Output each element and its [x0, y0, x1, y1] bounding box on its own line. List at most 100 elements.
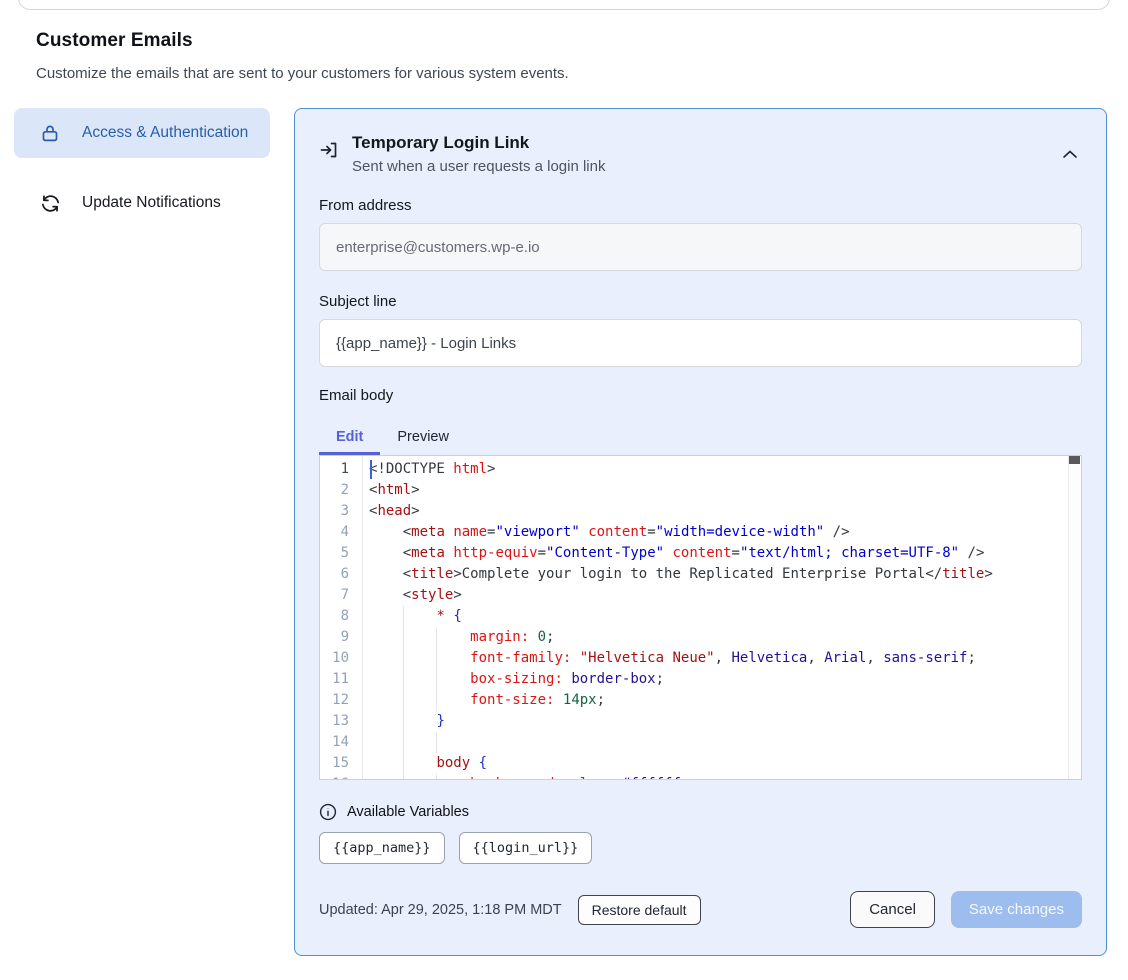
info-icon — [319, 803, 337, 821]
code-line: 15 body { — [320, 753, 1081, 774]
line-number: 12 — [320, 690, 362, 711]
indent-guide — [369, 648, 403, 669]
scrollbar-thumb[interactable] — [1069, 456, 1080, 464]
login-icon — [319, 140, 339, 160]
indent-guide — [403, 774, 437, 780]
indent-guide — [369, 564, 403, 585]
indent-guide — [403, 648, 437, 669]
code-line: 14 — [320, 732, 1081, 753]
variable-chip-login-url[interactable]: {{login_url}} — [459, 832, 593, 864]
indent-guide — [436, 627, 470, 648]
tab-edit[interactable]: Edit — [319, 420, 380, 455]
code-line: 3<head> — [320, 501, 1081, 522]
line-number: 15 — [320, 753, 362, 774]
refresh-icon — [38, 191, 62, 215]
code-line: 1<!DOCTYPE html> — [320, 459, 1081, 480]
indent-guide — [403, 690, 437, 711]
indent-guide — [403, 627, 437, 648]
panel-header-text: Temporary Login Link Sent when a user re… — [352, 133, 605, 175]
available-variables-label: Available Variables — [347, 804, 469, 820]
indent-guide — [436, 669, 470, 690]
email-settings-panel: Temporary Login Link Sent when a user re… — [294, 108, 1107, 956]
line-number: 7 — [320, 585, 362, 606]
indent-guide — [369, 627, 403, 648]
variable-chip-app-name[interactable]: {{app_name}} — [319, 832, 445, 864]
sidebar-item-update-notifications[interactable]: Update Notifications — [14, 178, 270, 228]
code-line: 5 <meta http-equiv="Content-Type" conten… — [320, 543, 1081, 564]
tab-preview[interactable]: Preview — [380, 420, 466, 455]
code-line: 4 <meta name="viewport" content="width=d… — [320, 522, 1081, 543]
line-number: 16 — [320, 774, 362, 780]
email-body-label: Email body — [319, 387, 1082, 404]
indent-guide — [369, 732, 403, 753]
indent-guide — [369, 522, 403, 543]
indent-guide — [403, 732, 437, 753]
from-address-input[interactable] — [319, 223, 1082, 271]
code-editor[interactable]: 1<!DOCTYPE html>2<html>3<head>4 <meta na… — [319, 455, 1082, 780]
code-line: 7 <style> — [320, 585, 1081, 606]
sidebar-item-label: Update Notifications — [82, 191, 221, 215]
indent-guide — [369, 711, 403, 732]
indent-guide — [436, 648, 470, 669]
restore-default-button[interactable]: Restore default — [578, 895, 701, 925]
code-line: 10 font-family: "Helvetica Neue", Helvet… — [320, 648, 1081, 669]
line-number: 3 — [320, 501, 362, 522]
code-line: 8 * { — [320, 606, 1081, 627]
panel-title: Temporary Login Link — [352, 133, 605, 153]
code-line: 12 font-size: 14px; — [320, 690, 1081, 711]
indent-guide — [403, 711, 437, 732]
line-number: 14 — [320, 732, 362, 753]
page-title: Customer Emails — [36, 30, 1092, 52]
code-line: 11 box-sizing: border-box; — [320, 669, 1081, 690]
subject-line-input[interactable] — [319, 319, 1082, 367]
from-address-label: From address — [319, 197, 1082, 214]
subject-line-label: Subject line — [319, 293, 1082, 310]
line-number: 2 — [320, 480, 362, 501]
indent-guide — [369, 543, 403, 564]
content-area: Access & Authentication Update Notificat… — [14, 108, 1107, 956]
indent-guide — [369, 690, 403, 711]
line-number: 8 — [320, 606, 362, 627]
code-line: 2<html> — [320, 480, 1081, 501]
updated-timestamp: Updated: Apr 29, 2025, 1:18 PM MDT — [319, 902, 562, 918]
indent-guide — [369, 669, 403, 690]
sidebar-item-access-authentication[interactable]: Access & Authentication — [14, 108, 270, 158]
indent-guide — [369, 774, 403, 780]
panel-header: Temporary Login Link Sent when a user re… — [319, 133, 1082, 175]
line-number: 4 — [320, 522, 362, 543]
line-number: 10 — [320, 648, 362, 669]
indent-guide — [403, 753, 437, 774]
code-line: 6 <title>Complete your login to the Repl… — [320, 564, 1081, 585]
sidebar-item-label: Access & Authentication — [82, 121, 248, 145]
text-cursor — [370, 460, 372, 479]
code-line: 16 background-color: #ffffff; — [320, 774, 1081, 780]
indent-guide — [403, 606, 437, 627]
code-line: 9 margin: 0; — [320, 627, 1081, 648]
page-subtitle: Customize the emails that are sent to yo… — [36, 65, 1092, 82]
editor-scrollbar[interactable] — [1068, 456, 1081, 779]
line-number: 6 — [320, 564, 362, 585]
collapse-button[interactable] — [1058, 143, 1082, 166]
indent-guide — [436, 732, 470, 753]
indent-guide — [369, 606, 403, 627]
save-changes-button[interactable]: Save changes — [951, 891, 1082, 928]
line-number: 5 — [320, 543, 362, 564]
sidebar: Access & Authentication Update Notificat… — [14, 108, 270, 228]
indent-guide — [436, 690, 470, 711]
chevron-up-icon — [1062, 147, 1078, 162]
line-number: 9 — [320, 627, 362, 648]
code-lines: 1<!DOCTYPE html>2<html>3<head>4 <meta na… — [320, 456, 1081, 780]
line-number: 11 — [320, 669, 362, 690]
code-line: 13 } — [320, 711, 1081, 732]
variable-chips: {{app_name}} {{login_url}} — [319, 832, 1082, 864]
indent-guide — [403, 669, 437, 690]
cancel-button[interactable]: Cancel — [850, 891, 935, 928]
page-header: Customer Emails Customize the emails tha… — [36, 30, 1092, 82]
indent-guide — [436, 774, 470, 780]
editor-tabs: Edit Preview — [319, 420, 1082, 455]
indent-guide — [369, 753, 403, 774]
indent-guide — [369, 585, 403, 606]
lock-icon — [38, 121, 62, 145]
line-number: 13 — [320, 711, 362, 732]
panel-footer: Updated: Apr 29, 2025, 1:18 PM MDT Resto… — [319, 891, 1082, 928]
